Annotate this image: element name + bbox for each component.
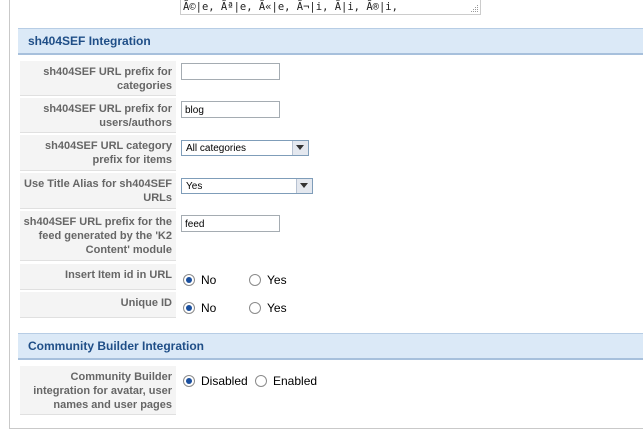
panel-border-left — [9, 0, 10, 428]
section-header-sh404sef: sh404SEF Integration — [18, 28, 643, 55]
chevron-down-icon[interactable] — [292, 141, 308, 155]
insert-item-id-no-radio[interactable] — [183, 274, 195, 286]
label-url-prefix-categories: sh404SEF URL prefix for categories — [20, 61, 176, 96]
character-map-textarea[interactable]: Ã©|e, Ãª|e, Ã«|e, Ã¬|i, Ã|i, Ã®|i, — [180, 0, 481, 15]
url-prefix-categories-input[interactable] — [181, 63, 280, 80]
unique-id-yes-radio[interactable] — [249, 302, 261, 314]
url-prefix-users-input[interactable] — [181, 101, 280, 118]
unique-id-no-radio[interactable] — [183, 302, 195, 314]
community-builder-enabled-label[interactable]: Enabled — [273, 374, 317, 388]
label-community-builder: Community Builder integration for avatar… — [20, 366, 176, 415]
section-header-community-builder: Community Builder Integration — [18, 333, 643, 360]
label-feed-prefix: sh404SEF URL prefix for the feed generat… — [20, 211, 176, 261]
category-prefix-items-select[interactable]: All categories — [181, 140, 309, 156]
label-use-title-alias: Use Title Alias for sh404SEF URLs — [20, 173, 176, 209]
category-prefix-items-value: All categories — [186, 143, 247, 154]
label-url-prefix-users: sh404SEF URL prefix for users/authors — [20, 98, 176, 133]
label-insert-item-id: Insert Item id in URL — [20, 264, 176, 290]
label-unique-id: Unique ID — [20, 292, 176, 318]
insert-item-id-yes-radio[interactable] — [249, 274, 261, 286]
resize-grip-icon[interactable] — [471, 5, 479, 13]
use-title-alias-select[interactable]: Yes — [181, 178, 313, 194]
character-map-text: Ã©|e, Ãª|e, Ã«|e, Ã¬|i, Ã|i, Ã®|i, — [183, 1, 398, 13]
community-builder-enabled-radio[interactable] — [255, 375, 267, 387]
unique-id-yes-label[interactable]: Yes — [267, 301, 287, 315]
community-builder-disabled-label[interactable]: Disabled — [201, 374, 248, 388]
use-title-alias-value: Yes — [186, 181, 203, 192]
unique-id-no-label[interactable]: No — [201, 301, 216, 315]
feed-prefix-input[interactable] — [181, 215, 280, 232]
community-builder-disabled-radio[interactable] — [183, 375, 195, 387]
label-category-prefix-items: sh404SEF URL category prefix for items — [20, 135, 176, 171]
chevron-down-icon[interactable] — [296, 179, 312, 193]
panel-border-bottom — [9, 428, 643, 429]
insert-item-id-yes-label[interactable]: Yes — [267, 273, 287, 287]
insert-item-id-no-label[interactable]: No — [201, 273, 216, 287]
